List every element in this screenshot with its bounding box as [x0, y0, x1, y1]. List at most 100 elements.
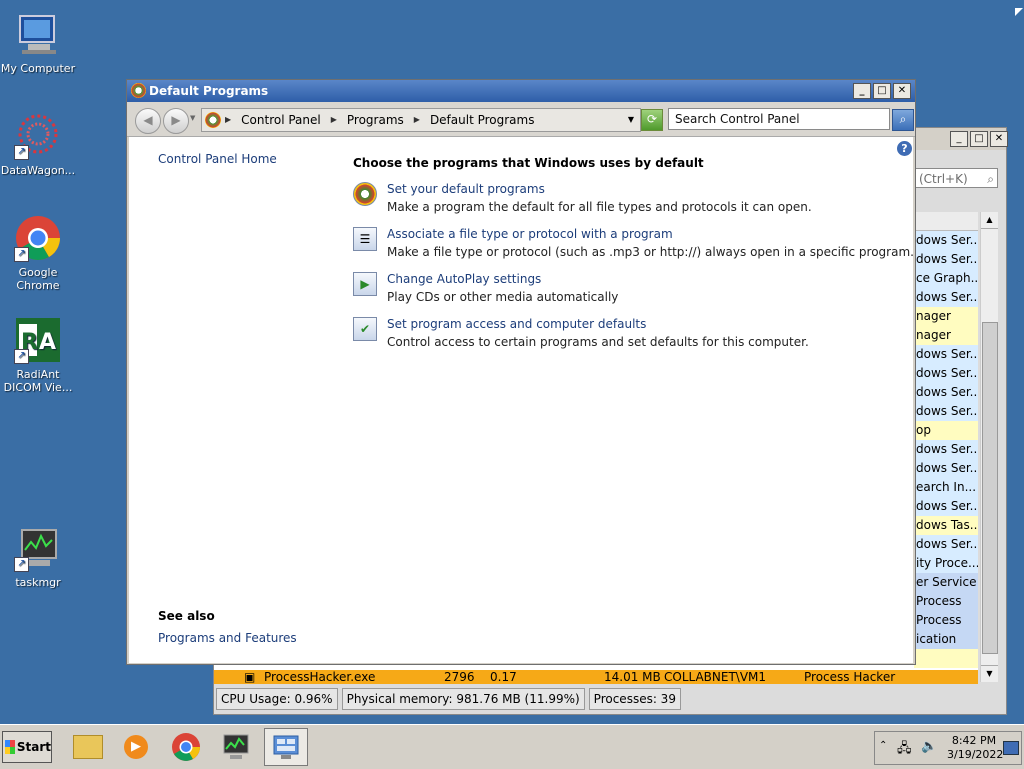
- list-item[interactable]: ication: [914, 630, 978, 649]
- desktop-icon-google-chrome[interactable]: ↗ Google Chrome: [0, 214, 76, 292]
- scroll-thumb[interactable]: [982, 322, 998, 654]
- breadcrumb-arrow-icon[interactable]: ▶: [327, 110, 341, 130]
- address-bar[interactable]: ▶ Control Panel ▶ Programs ▶ Default Pro…: [201, 108, 641, 132]
- list-item[interactable]: nager: [914, 307, 978, 326]
- programs-and-features-link[interactable]: Programs and Features: [158, 631, 297, 645]
- desktop-icon-taskmgr[interactable]: ↗ taskmgr: [0, 524, 76, 589]
- forward-button[interactable]: ▶: [163, 108, 189, 134]
- list-item[interactable]: Process: [914, 611, 978, 630]
- status-bar: CPU Usage: 0.96% Physical memory: 981.76…: [214, 688, 681, 710]
- process-icon: ▣: [244, 670, 256, 684]
- breadcrumb-programs[interactable]: Programs: [341, 110, 410, 130]
- network-icon[interactable]: 🖧: [897, 739, 912, 761]
- control-panel-home-link[interactable]: Control Panel Home: [158, 152, 277, 166]
- program-access-link[interactable]: Set program access and computer defaults: [387, 317, 646, 331]
- address-toolbar: ◀ ▶ ▼ ▶ Control Panel ▶ Programs ▶ Defau…: [127, 102, 915, 137]
- task-manager-icon: [223, 734, 249, 759]
- default-programs-window[interactable]: Default Programs _ □ ✕ ◀ ▶ ▼ ▶ Control P…: [126, 79, 916, 665]
- search-input[interactable]: Search Control Panel: [668, 108, 890, 130]
- change-autoplay-link[interactable]: Change AutoPlay settings: [387, 272, 541, 286]
- taskbar-explorer[interactable]: [66, 728, 110, 766]
- radiant-icon: RA ↗: [14, 316, 62, 364]
- refresh-icon: ⟳: [646, 112, 658, 126]
- window-titlebar[interactable]: Default Programs _ □ ✕: [127, 80, 915, 102]
- minimize-button[interactable]: _: [853, 83, 871, 99]
- list-item[interactable]: dows Tas...: [914, 516, 978, 535]
- list-item[interactable]: op: [914, 421, 978, 440]
- list-item[interactable]: dows Ser...: [914, 383, 978, 402]
- set-default-programs-link[interactable]: Set your default programs: [387, 182, 545, 196]
- table-row-selected[interactable]: ▣ ProcessHacker.exe 2796 0.17 14.01 MB C…: [214, 670, 978, 684]
- physical-memory: Physical memory: 981.76 MB (11.99%): [341, 688, 585, 710]
- list-item[interactable]: Process: [914, 592, 978, 611]
- show-desktop-icon[interactable]: [1003, 741, 1019, 755]
- desktop-icon-datawagon[interactable]: ↗ DataWagon...: [0, 112, 76, 177]
- mouse-cursor-icon: [1015, 8, 1023, 16]
- recent-pages-dropdown-icon[interactable]: ▼: [190, 114, 195, 122]
- svg-text:A: A: [39, 330, 56, 355]
- close-button[interactable]: ✕: [990, 131, 1008, 147]
- clock[interactable]: 8:42 PM 3/19/2022: [947, 734, 1003, 762]
- cpu-usage: CPU Usage: 0.96%: [216, 688, 338, 710]
- process-name: ProcessHacker.exe: [264, 670, 376, 684]
- start-button[interactable]: Start: [2, 731, 52, 763]
- list-item[interactable]: earch In...: [914, 478, 978, 497]
- list-item[interactable]: dows Ser...: [914, 402, 978, 421]
- see-also-heading: See also: [158, 609, 215, 623]
- associate-file-type-link[interactable]: Associate a file type or protocol with a…: [387, 227, 673, 241]
- window-title: Default Programs: [149, 84, 269, 98]
- list-item[interactable]: nager: [914, 326, 978, 345]
- breadcrumb-control-panel[interactable]: Control Panel: [235, 110, 327, 130]
- list-item[interactable]: ce Graph...: [914, 269, 978, 288]
- list-item[interactable]: er Service: [914, 573, 978, 592]
- desktop-icon-my-computer[interactable]: My Computer: [0, 10, 76, 75]
- computer-icon: [14, 10, 62, 58]
- autoplay-icon: ▶: [353, 272, 377, 296]
- list-item[interactable]: dows Ser...: [914, 459, 978, 478]
- shortcut-arrow-icon: ↗: [14, 557, 29, 572]
- address-dropdown-icon[interactable]: ▼: [628, 110, 634, 130]
- refresh-button[interactable]: ⟳: [641, 109, 663, 131]
- breadcrumb-arrow-icon[interactable]: ▶: [221, 110, 235, 130]
- list-item[interactable]: dows Ser...: [914, 497, 978, 516]
- list-item[interactable]: dows Ser...: [914, 231, 978, 250]
- search-input[interactable]: (Ctrl+K) ⌕: [914, 168, 998, 188]
- list-item[interactable]: dows Ser...: [914, 364, 978, 383]
- taskbar-media-player[interactable]: ▶: [114, 728, 158, 766]
- option-description: Control access to certain programs and s…: [387, 335, 809, 349]
- scroll-up-button[interactable]: ▲: [981, 212, 998, 229]
- scroll-down-button[interactable]: ▼: [981, 665, 998, 682]
- taskbar-control-panel[interactable]: [264, 728, 308, 766]
- close-button[interactable]: ✕: [893, 83, 911, 99]
- file-association-icon: ☰: [353, 227, 377, 251]
- list-item[interactable]: dows Ser...: [914, 250, 978, 269]
- system-tray: ⌃ 🖧 🔈 8:42 PM 3/19/2022: [874, 731, 1022, 765]
- volume-icon[interactable]: 🔈: [921, 739, 937, 754]
- breadcrumb-default-programs[interactable]: Default Programs: [424, 110, 541, 130]
- window-controls: _ □ ✕: [853, 83, 911, 99]
- desktop-icon-radiant[interactable]: RA ↗ RadiAnt DICOM Vie...: [0, 316, 76, 394]
- search-button[interactable]: ⌕: [892, 109, 914, 131]
- help-icon[interactable]: ?: [897, 141, 912, 156]
- list-item[interactable]: dows Ser...: [914, 535, 978, 554]
- back-button[interactable]: ◀: [135, 108, 161, 134]
- taskbar-chrome[interactable]: [164, 728, 208, 766]
- control-panel-icon: [273, 735, 299, 759]
- list-item[interactable]: ity Proce...: [914, 554, 978, 573]
- list-item[interactable]: dows Ser...: [914, 288, 978, 307]
- desktop-icon-label: DataWagon...: [0, 164, 76, 177]
- minimize-button[interactable]: _: [950, 131, 968, 147]
- maximize-button[interactable]: □: [970, 131, 988, 147]
- shortcut-arrow-icon: ↗: [14, 349, 29, 364]
- breadcrumb-arrow-icon[interactable]: ▶: [410, 110, 424, 130]
- control-panel-icon: [205, 112, 221, 128]
- clock-time: 8:42 PM: [951, 734, 997, 747]
- taskbar-task-manager[interactable]: [214, 728, 258, 766]
- list-item[interactable]: dows Ser...: [914, 440, 978, 459]
- show-hidden-icons-icon[interactable]: ⌃: [879, 740, 887, 751]
- option-description: Make a program the default for all file …: [387, 200, 812, 214]
- vertical-scrollbar[interactable]: ▲ ▼: [980, 212, 998, 682]
- maximize-button[interactable]: □: [873, 83, 891, 99]
- list-item[interactable]: dows Ser...: [914, 345, 978, 364]
- list-item[interactable]: [914, 649, 978, 668]
